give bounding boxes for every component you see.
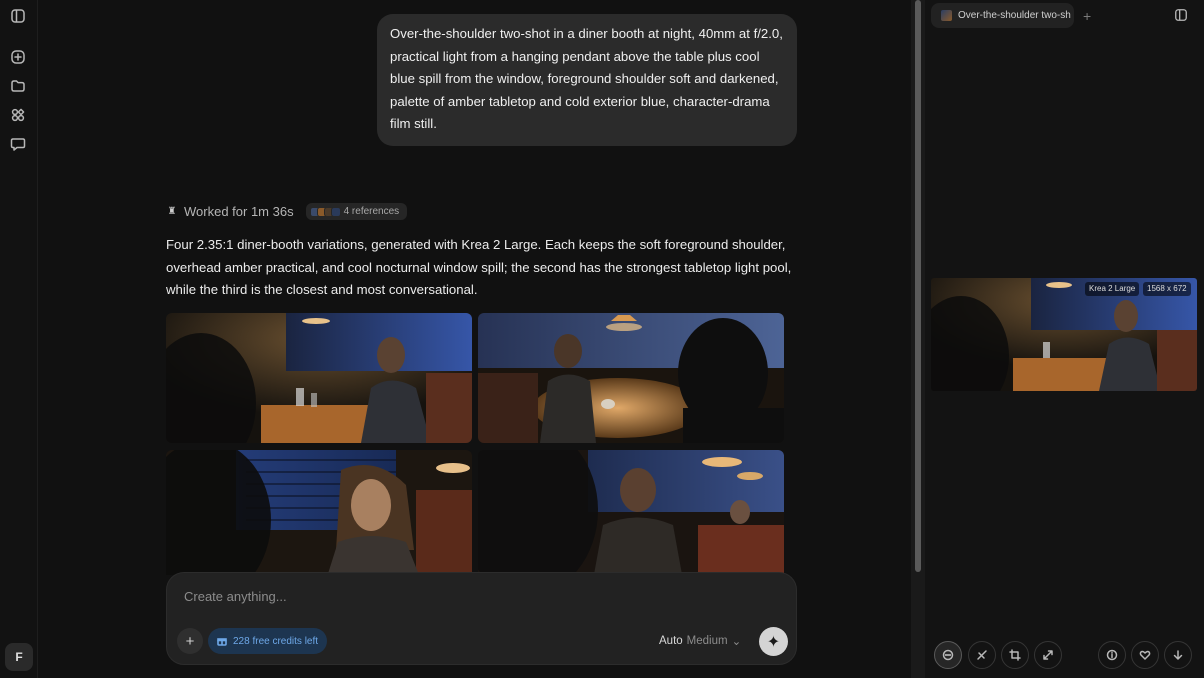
robot-icon: ♜: [167, 206, 177, 217]
size-badge: 1568 x 672: [1143, 282, 1191, 296]
references-label: 4 references: [343, 206, 400, 217]
generated-image-4[interactable]: [478, 450, 784, 575]
credits-button[interactable]: 228 free credits left: [208, 628, 328, 654]
diner-scene-3: [166, 450, 472, 575]
add-tab-button[interactable]: +: [1083, 8, 1091, 24]
chat-area: Over-the-shoulder two-shot in a diner bo…: [39, 0, 911, 678]
chat-bubble-icon[interactable]: [9, 135, 27, 153]
folder-icon[interactable]: [9, 77, 27, 95]
worked-for-label: Worked for 1m 36s: [184, 204, 294, 219]
download-button[interactable]: [1164, 641, 1192, 669]
sparkle-icon: ✦: [766, 633, 781, 651]
tab-preview[interactable]: Over-the-shoulder two-sh: [931, 3, 1074, 28]
expand-tool-button[interactable]: [1034, 641, 1062, 669]
generated-image-3[interactable]: [166, 450, 472, 575]
gift-icon: [217, 638, 227, 646]
prompt-input[interactable]: [184, 589, 764, 604]
download-icon: [1173, 650, 1183, 660]
diner-scene-4: [478, 450, 784, 575]
crop-tool-button[interactable]: [1001, 641, 1029, 669]
generated-image-2[interactable]: [478, 313, 784, 443]
preview-panel: Over-the-shoulder two-sh + Krea 2 Large …: [925, 0, 1204, 678]
expand-icon: [1043, 650, 1053, 660]
quality-selector[interactable]: Auto Medium ⌄: [659, 634, 741, 648]
brush-tool-button[interactable]: [968, 641, 996, 669]
work-status: ♜ Worked for 1m 36s 4 references: [166, 203, 408, 220]
avatar[interactable]: F: [5, 643, 33, 671]
composer: + 228 free credits left Auto Medium ⌄ ✦: [166, 572, 797, 665]
references-chip[interactable]: 4 references: [305, 203, 408, 220]
panel-toggle-icon[interactable]: [1174, 8, 1188, 22]
info-icon: [1106, 649, 1118, 661]
chat-icon: [942, 649, 954, 661]
chevron-down-icon: ⌄: [731, 636, 742, 648]
diner-scene-1: [166, 313, 472, 443]
scrollbar-thumb[interactable]: [915, 0, 921, 572]
new-chat-icon[interactable]: [9, 48, 27, 66]
quality-auto-label: Auto: [659, 635, 683, 647]
brush-icon: [977, 650, 987, 660]
info-button[interactable]: [1098, 641, 1126, 669]
model-badge: Krea 2 Large: [1085, 282, 1140, 296]
crop-icon: [1009, 649, 1021, 661]
tab-thumbnail: [941, 10, 952, 21]
tab-title: Over-the-shoulder two-sh: [958, 10, 1071, 21]
assistant-reply: Four 2.35:1 diner-booth variations, gene…: [166, 237, 792, 297]
credits-label: 228 free credits left: [233, 635, 319, 647]
like-button[interactable]: [1131, 641, 1159, 669]
add-attachment-button[interactable]: +: [177, 628, 203, 654]
diner-scene-2: [478, 313, 784, 443]
generated-image-1[interactable]: [166, 313, 472, 443]
quality-level-label: Medium: [686, 635, 728, 647]
sidebar-toggle-icon[interactable]: [9, 7, 27, 25]
user-message: Over-the-shoulder two-shot in a diner bo…: [377, 14, 797, 146]
generate-button[interactable]: ✦: [759, 627, 788, 656]
image-grid: [166, 313, 786, 575]
heart-icon: [1139, 650, 1151, 660]
apps-icon[interactable]: [9, 106, 27, 124]
scrollbar[interactable]: [911, 0, 925, 678]
chat-tool-button[interactable]: [934, 641, 962, 669]
reference-thumbnails: [309, 206, 341, 217]
left-rail: F: [0, 0, 38, 678]
